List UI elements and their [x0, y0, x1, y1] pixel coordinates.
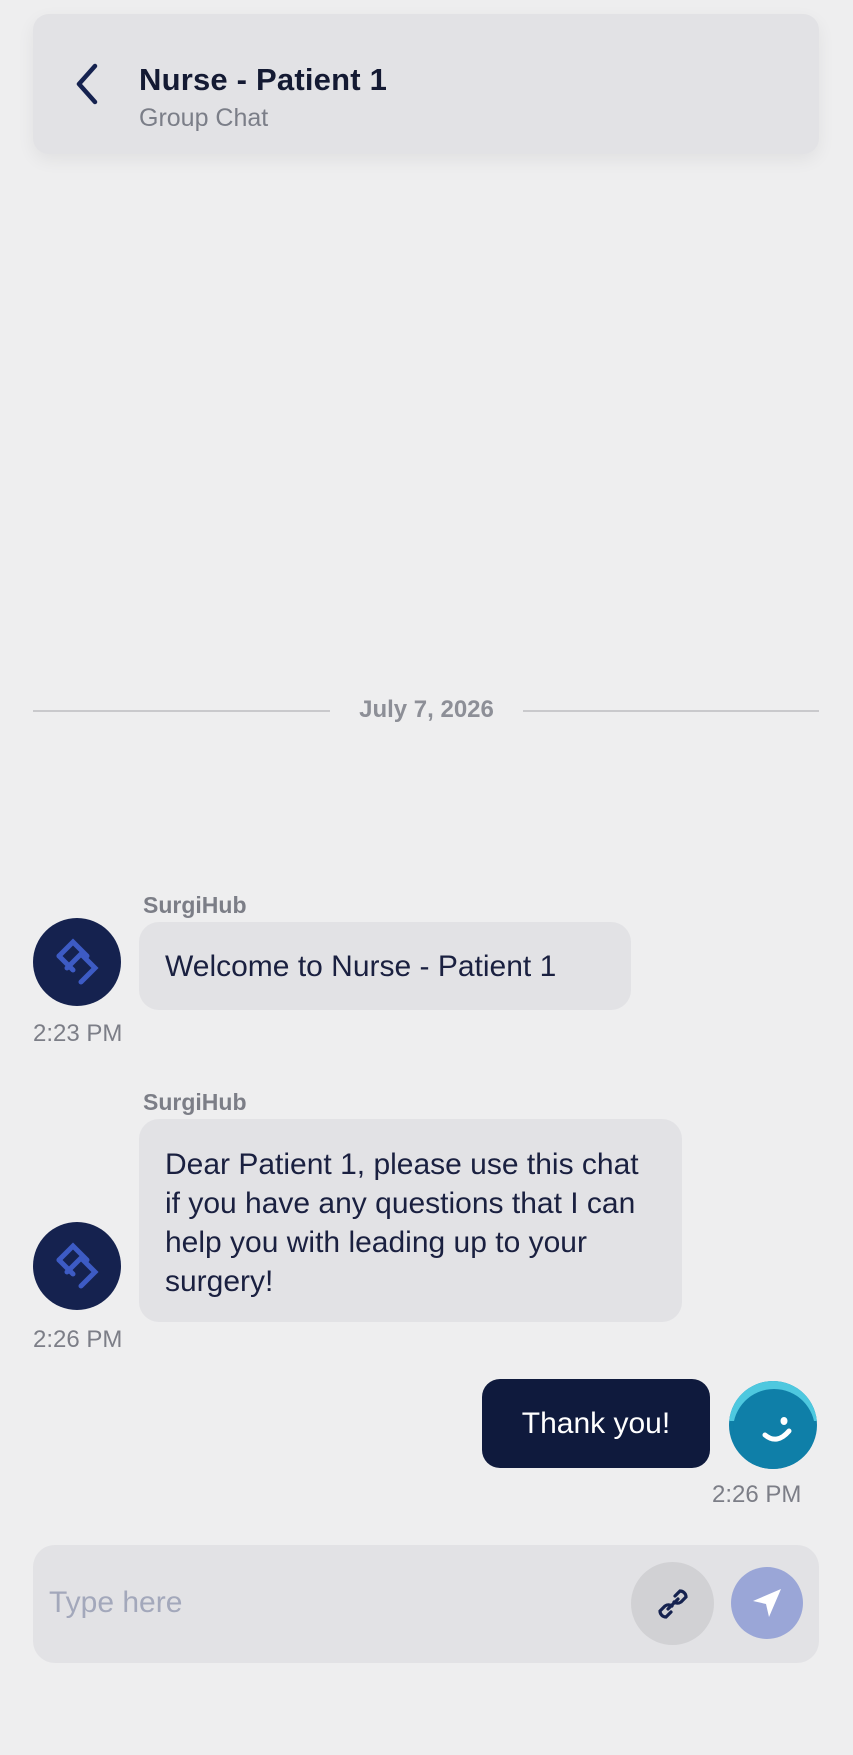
send-arrow-icon	[753, 1589, 781, 1617]
message-sender: SurgiHub	[143, 892, 247, 918]
message-time: 2:26 PM	[33, 1326, 123, 1353]
chat-screen: Nurse - Patient 1 Group Chat July 7, 202…	[0, 0, 853, 1755]
chat-title: Nurse - Patient 1	[139, 62, 388, 97]
date-divider: July 7, 2026	[33, 694, 819, 730]
message-time: 2:23 PM	[33, 1020, 123, 1047]
message-bubble[interactable]: Welcome to Nurse - Patient 1	[139, 922, 631, 1010]
message-text: Dear Patient 1, please use this chat if …	[165, 1148, 639, 1298]
message-time: 2:26 PM	[712, 1481, 802, 1508]
divider-line-right	[523, 710, 819, 712]
back-button[interactable]	[61, 58, 113, 110]
message-text: Welcome to Nurse - Patient 1	[165, 949, 557, 983]
surgihub-logo-icon	[56, 1242, 99, 1289]
attach-button[interactable]	[631, 1562, 714, 1645]
surgihub-avatar	[33, 918, 121, 1006]
outgoing-message-bubble[interactable]: Thank you!	[482, 1379, 710, 1468]
user-avatar	[729, 1381, 817, 1469]
divider-line-left	[33, 710, 330, 712]
paperclip-icon	[657, 1588, 688, 1619]
message-sender: SurgiHub	[143, 1089, 247, 1115]
surgihub-avatar	[33, 1222, 121, 1310]
date-label: July 7, 2026	[359, 696, 494, 723]
smiley-face-icon	[762, 1417, 792, 1442]
message-composer	[33, 1545, 819, 1663]
surgihub-logo-icon	[56, 938, 99, 985]
chat-subtitle: Group Chat	[139, 104, 269, 132]
message-input[interactable]	[49, 1573, 609, 1633]
chat-header: Nurse - Patient 1 Group Chat	[33, 14, 819, 154]
chevron-left-icon	[76, 63, 98, 105]
message-bubble[interactable]: Dear Patient 1, please use this chat if …	[139, 1119, 682, 1322]
message-text: Thank you!	[521, 1406, 671, 1440]
send-button[interactable]	[731, 1567, 803, 1639]
